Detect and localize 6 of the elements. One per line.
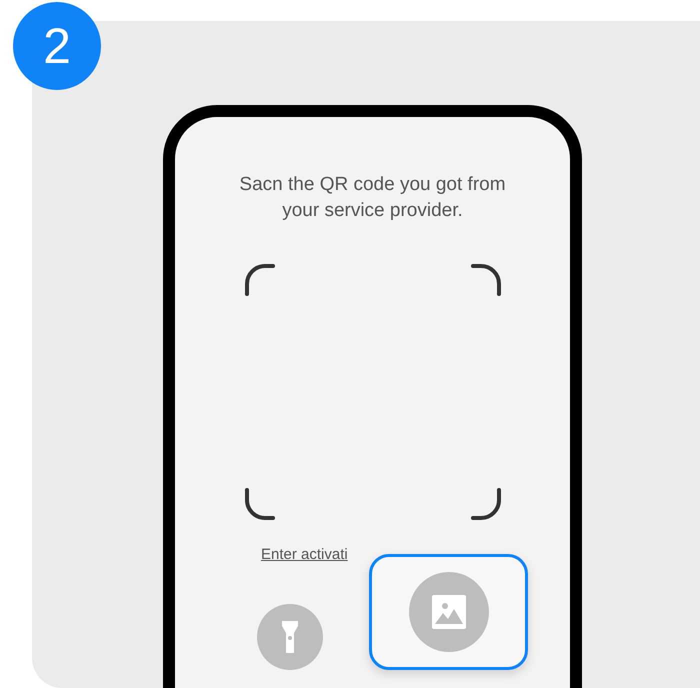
image-icon [432,595,466,629]
instruction-text: Sacn the QR code you got from your service provider. [238,173,507,223]
scan-frame-icon [244,264,500,520]
activation-code-link[interactable]: Enter activati [261,546,348,563]
flashlight-icon [280,621,300,653]
step-badge: 2 [13,2,101,90]
